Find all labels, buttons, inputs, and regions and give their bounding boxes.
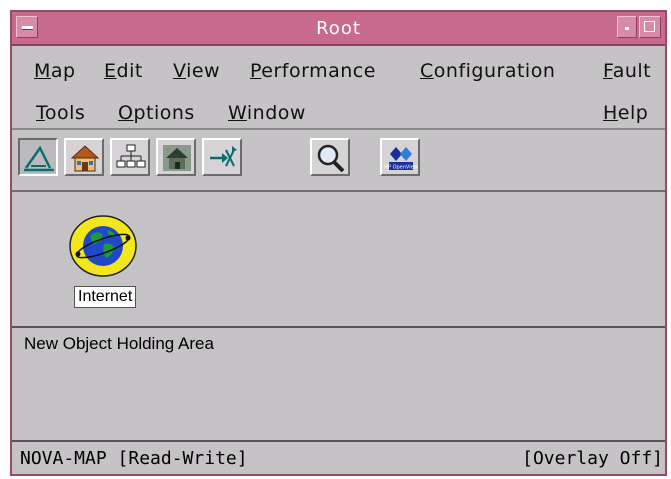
window-title: Root <box>316 18 361 39</box>
overlay-status: [Overlay Off] <box>522 448 663 469</box>
close-submap-icon <box>24 145 54 172</box>
home-submap-icon <box>70 145 100 172</box>
menu-performance[interactable]: Performance <box>250 60 376 82</box>
status-bar: NOVA-MAP [Read-Write] [Overlay Off] <box>12 442 665 474</box>
menu-configuration[interactable]: Configuration <box>420 60 555 82</box>
maximize-button[interactable] <box>639 16 661 38</box>
menu-map[interactable]: Map <box>34 60 76 82</box>
main-window: Root Map Edit View Performance Configura… <box>10 10 667 476</box>
internet-object-label[interactable]: Internet <box>74 286 137 308</box>
internet-object[interactable] <box>68 214 138 278</box>
holding-area-label: New Object Holding Area <box>24 334 214 353</box>
find-icon <box>317 144 345 173</box>
menu-fault[interactable]: Fault <box>603 60 651 82</box>
hp-openview-button[interactable]: HP OpenView <box>380 138 420 176</box>
menu-tools[interactable]: Tools <box>36 102 85 124</box>
minimize-button[interactable] <box>617 16 637 38</box>
menu-edit[interactable]: Edit <box>104 60 143 82</box>
menu-help[interactable]: Help <box>603 102 648 124</box>
parent-submap-button[interactable] <box>156 138 196 176</box>
menu-window[interactable]: Window <box>228 102 306 124</box>
menu-view[interactable]: View <box>173 60 220 82</box>
home-submap-button[interactable] <box>64 138 104 176</box>
parent-submap-icon <box>163 145 191 171</box>
menu-map-rest: ap <box>50 60 76 82</box>
new-object-holding-area[interactable]: New Object Holding Area <box>12 328 665 442</box>
menu-options[interactable]: Options <box>118 102 195 124</box>
root-submap-icon <box>116 144 146 168</box>
map-view[interactable]: Internet <box>12 192 665 328</box>
map-status: NOVA-MAP [Read-Write] <box>20 448 248 469</box>
find-button[interactable] <box>310 138 350 176</box>
hp-openview-label: HP OpenView <box>384 165 418 171</box>
quick-navigator-icon <box>210 146 237 167</box>
hp-openview-icon: HP OpenView <box>384 144 418 172</box>
toolbar: HP OpenView <box>12 130 665 192</box>
close-submap-button[interactable] <box>18 138 58 176</box>
quick-navigator-button[interactable] <box>202 138 242 176</box>
root-submap-button[interactable] <box>110 138 150 176</box>
internet-globe-icon <box>69 215 137 277</box>
menu-bar: Map Edit View Performance Configuration … <box>12 46 665 130</box>
title-bar[interactable]: Root <box>12 12 665 46</box>
